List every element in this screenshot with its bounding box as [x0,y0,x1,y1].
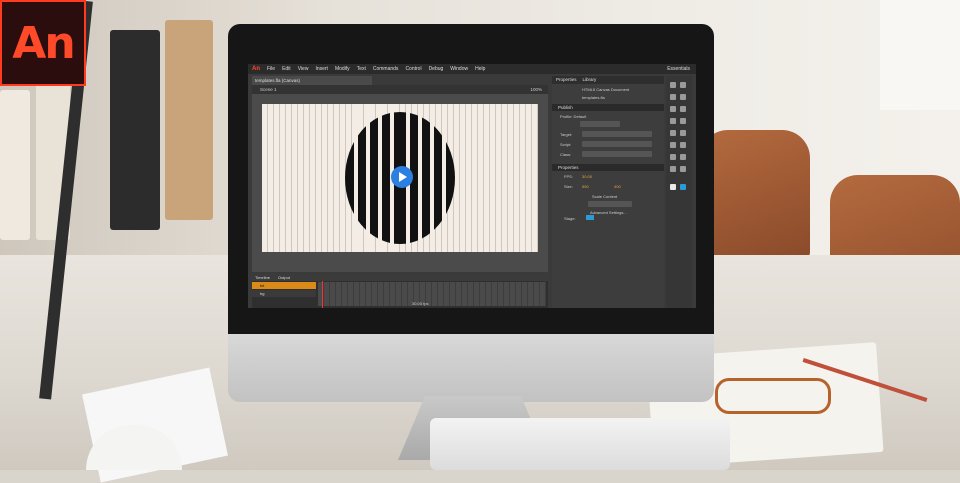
pencil-tool-icon[interactable] [670,130,676,136]
scene-bar: Scene 1 100% [252,85,548,94]
paint-bucket-icon[interactable] [680,142,686,148]
target-select[interactable] [582,131,652,137]
pen-tool-icon[interactable] [670,106,676,112]
menu-insert[interactable]: Insert [315,66,328,72]
scale-content-checkbox[interactable]: Scale Content [592,194,617,199]
menu-debug[interactable]: Debug [429,66,444,72]
properties-panel: Properties Library HTML5 Canvas Document… [552,76,664,308]
eraser-icon[interactable] [680,154,686,160]
tab-properties[interactable]: Properties [556,76,577,84]
text-tool-icon[interactable] [680,106,686,112]
eyedropper-icon[interactable] [670,154,676,160]
tab-timeline[interactable]: Timeline [255,274,270,281]
binder [165,20,213,220]
line-tool-icon[interactable] [670,118,676,124]
document-tab[interactable]: templates.fla (Canvas) [252,76,372,85]
hand-tool-icon[interactable] [670,166,676,172]
shape [418,104,422,252]
binder [110,30,160,230]
shape [442,104,446,252]
tools-panel [666,76,692,308]
fill-color-icon[interactable] [680,184,686,190]
shape [354,104,358,252]
play-button[interactable] [391,166,413,188]
tab-library[interactable]: Library [583,76,597,84]
selection-tool-icon[interactable] [670,82,676,88]
menu-text[interactable]: Text [357,66,366,72]
target-label: Target: [560,132,573,137]
doc-name: templates.fla [582,95,605,100]
menu-commands[interactable]: Commands [373,66,399,72]
fps-label: FPS: [564,174,573,179]
stroke-color-icon[interactable] [670,184,676,190]
tab-output[interactable]: Output [278,274,290,281]
class-input[interactable] [582,151,652,157]
timeline-tabs: Timeline Output [252,274,548,281]
keyboard [430,418,730,470]
timeline-fps: 30.00 fps [412,301,429,306]
properties-section[interactable]: Properties [552,164,664,171]
script-select[interactable] [582,141,652,147]
publish-settings-button[interactable]: Publish Settings... [580,121,620,135]
menu-edit[interactable]: Edit [282,66,291,72]
stage-label: Stage: [564,216,576,221]
menu-bar: An File Edit View Insert Modify Text Com… [248,64,696,74]
size-label: Size: [564,184,573,189]
brush-tool-icon[interactable] [680,130,686,136]
logo-text: An [12,17,75,69]
layer-row[interactable]: bg [252,290,316,297]
stage-color-swatch[interactable] [586,215,594,220]
menu-help[interactable]: Help [475,66,485,72]
subselection-tool-icon[interactable] [680,82,686,88]
menu-modify[interactable]: Modify [335,66,350,72]
menu-control[interactable]: Control [405,66,421,72]
zoom-tool-icon[interactable] [680,166,686,172]
window-light [880,0,960,110]
fps-value[interactable]: 30.00 [582,174,592,179]
profile-label: Profile: Default [560,114,587,119]
zoom-value[interactable]: 100% [530,85,542,94]
lasso-icon[interactable] [680,94,686,100]
menu-view[interactable]: View [298,66,309,72]
shape [378,104,382,252]
menu-file[interactable]: File [267,66,275,72]
chair [700,130,810,260]
class-label: Class: [560,152,572,157]
free-transform-icon[interactable] [670,94,676,100]
workspace-switcher[interactable]: Essentials [667,66,690,72]
binder [0,90,30,240]
app-icon: An [252,66,260,72]
shape [430,104,434,252]
eyeglasses [715,378,831,414]
scene-label[interactable]: Scene 1 [260,87,277,92]
shape [366,104,370,252]
app-screen: An File Edit View Insert Modify Text Com… [248,64,696,308]
menu-window[interactable]: Window [450,66,468,72]
monitor-chin [228,334,714,402]
bone-tool-icon[interactable] [670,142,676,148]
doc-type: HTML5 Canvas Document [582,87,630,92]
animate-logo: An [0,0,86,86]
timeline-panel: Timeline Output txt bg 30.00 fps [252,274,548,308]
width-value[interactable]: 550 [582,184,589,189]
height-value[interactable]: 400 [614,184,621,189]
panel-tabs: Properties Library [552,76,664,84]
layer-row[interactable]: txt [252,282,316,289]
script-label: Script: [560,142,572,147]
play-icon [399,172,407,182]
frame-grid[interactable] [318,282,546,306]
rectangle-tool-icon[interactable] [680,118,686,124]
advanced-settings-button[interactable]: Advanced Settings... [588,201,632,215]
playhead[interactable] [322,281,323,308]
publish-section[interactable]: Publish [552,104,664,111]
